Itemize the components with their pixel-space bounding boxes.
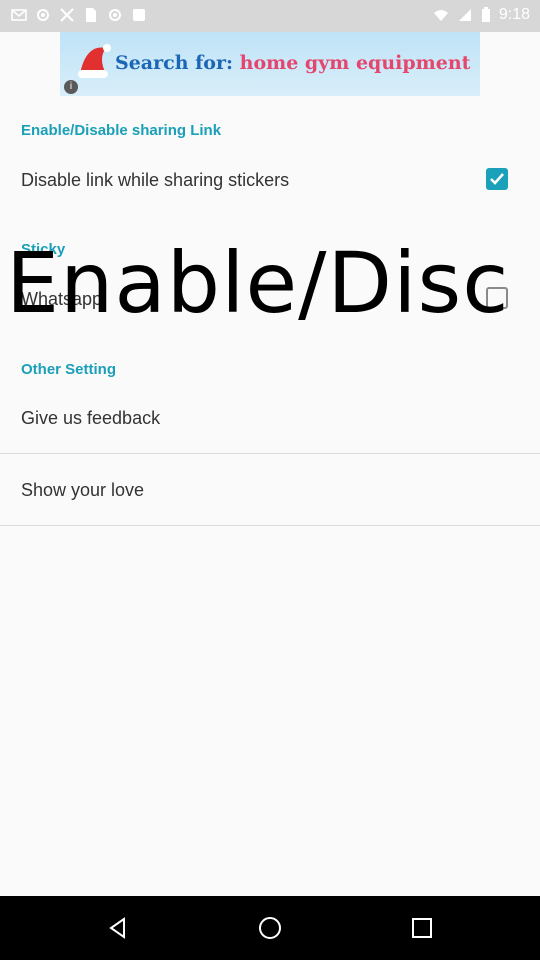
tools-icon <box>60 8 74 22</box>
home-button-icon[interactable] <box>258 916 282 940</box>
status-right: 9:18 <box>433 6 530 24</box>
ad-prefix: Search for: <box>115 52 233 74</box>
clock: 9:18 <box>498 6 530 23</box>
show-love-item[interactable]: Show your love <box>21 480 144 501</box>
santa-hat-icon <box>78 44 111 78</box>
ad-keyword: home gym equipment <box>239 52 471 74</box>
disable-link-label[interactable]: Disable link while sharing stickers <box>21 170 289 191</box>
section-title-other-setting: Other Setting <box>21 361 117 378</box>
disable-link-checkbox[interactable] <box>486 168 508 190</box>
divider <box>0 453 540 454</box>
overlay-text: Enable/Disc <box>6 234 510 332</box>
settings-icon-2 <box>109 9 121 21</box>
sim-icon <box>86 8 96 22</box>
give-feedback-item[interactable]: Give us feedback <box>21 408 160 429</box>
divider <box>0 525 540 526</box>
signal-icon <box>458 9 471 21</box>
mail-icon <box>11 9 27 21</box>
notification-box-icon <box>133 9 145 21</box>
settings-icon <box>37 9 49 21</box>
navigation-bar <box>0 896 540 960</box>
check-icon <box>490 173 504 185</box>
ad-banner[interactable]: Search for: home gym equipment i <box>60 32 480 96</box>
battery-icon <box>481 7 490 22</box>
ad-text: Search for: home gym equipment <box>115 52 470 74</box>
recents-button-icon[interactable] <box>410 916 434 940</box>
section-title-sharing-link: Enable/Disable sharing Link <box>21 122 222 139</box>
back-button-icon[interactable] <box>106 916 130 940</box>
status-bar: 9:18 <box>0 0 540 32</box>
notification-icons <box>10 6 148 24</box>
wifi-icon <box>433 10 448 21</box>
ad-info-icon[interactable]: i <box>64 80 78 94</box>
